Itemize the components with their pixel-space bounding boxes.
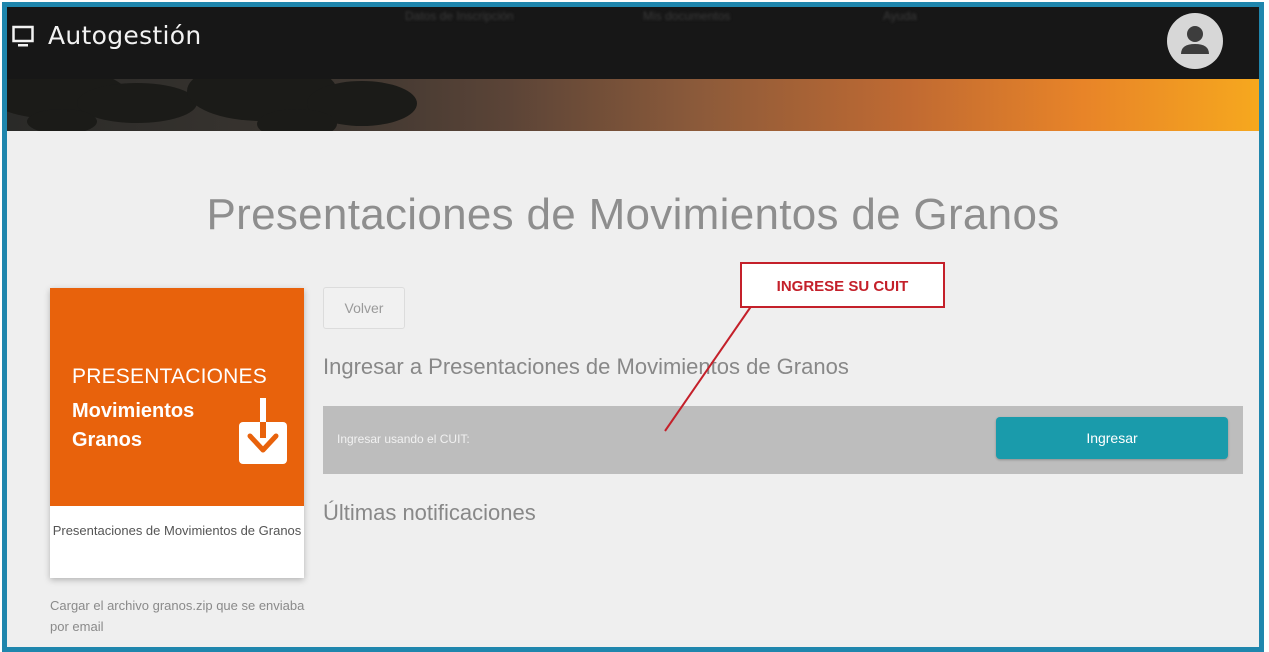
annotation-callout: INGRESE SU CUIT [740, 262, 945, 308]
service-description: Cargar el archivo granos.zip que se envi… [50, 598, 305, 634]
service-card-image: PRESENTACIONES Movimientos Granos [50, 288, 304, 506]
sunset-banner-image [7, 79, 1259, 131]
nav-item-ayuda[interactable]: Ayuda [883, 9, 917, 23]
login-button[interactable]: Ingresar [996, 417, 1228, 459]
notifications-title: Últimas notificaciones [323, 500, 536, 525]
callout-pointer-line [664, 304, 753, 432]
page-title: Presentaciones de Movimientos de Granos [206, 190, 1060, 239]
back-button[interactable]: Volver [323, 287, 405, 329]
card-image-subheading-2: Granos [72, 429, 143, 451]
cuit-login-bar: Ingresar usando el CUIT: Ingresar [323, 406, 1243, 474]
nav-item-inscripcion[interactable]: Datos de Inscripción [405, 9, 514, 23]
login-section-title: Ingresar a Presentaciones de Movimientos… [323, 354, 849, 379]
nav-item-documentos[interactable]: Mis documentos [643, 9, 730, 23]
monitor-icon [12, 25, 34, 47]
user-avatar-icon [1181, 26, 1209, 54]
card-image-subheading: Movimientos [72, 400, 195, 422]
cuit-login-label: Ingresar usando el CUIT: [337, 432, 470, 446]
card-image-heading: PRESENTACIONES [72, 365, 267, 388]
top-navigation-bar: Autogestión Datos de Inscripción Mis doc… [7, 7, 1259, 79]
app-brand-title[interactable]: Autogestión [48, 21, 202, 50]
screenshot-frame: Autogestión Datos de Inscripción Mis doc… [2, 2, 1264, 652]
service-card[interactable]: PRESENTACIONES Movimientos Granos Presen… [50, 288, 304, 578]
download-icon [239, 398, 287, 464]
user-menu-button[interactable] [1167, 13, 1223, 69]
service-card-caption: Presentaciones de Movimientos de Granos [52, 523, 302, 538]
